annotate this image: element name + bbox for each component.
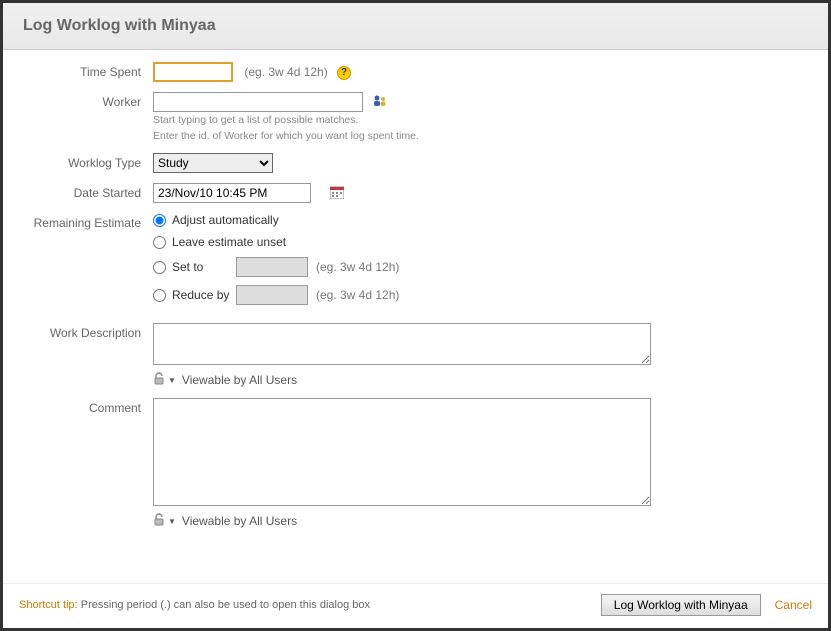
dialog-body: Time Spent (eg. 3w 4d 12h) ? Worker (3, 50, 828, 583)
radio-leave-unset-label: Leave estimate unset (172, 235, 286, 249)
comment-textarea[interactable] (153, 398, 651, 506)
help-icon[interactable]: ? (337, 66, 351, 80)
worklog-type-label: Worklog Type (23, 153, 153, 170)
work-description-textarea[interactable] (153, 323, 651, 365)
unlock-icon (153, 513, 166, 529)
chevron-down-icon: ▼ (168, 517, 176, 526)
worker-label: Worker (23, 92, 153, 109)
cancel-link[interactable]: Cancel (775, 598, 812, 612)
worker-hint-2: Enter the id. of Worker for which you wa… (153, 130, 808, 144)
comment-label: Comment (23, 398, 153, 415)
dialog-footer: Shortcut tip: Pressing period (.) can al… (3, 583, 828, 628)
submit-button[interactable]: Log Worklog with Minyaa (601, 594, 761, 616)
dialog-title: Log Worklog with Minyaa (23, 17, 808, 35)
remaining-estimate-label: Remaining Estimate (23, 213, 153, 230)
set-to-input[interactable] (236, 257, 308, 277)
people-icon[interactable] (372, 94, 388, 111)
comment-visibility[interactable]: ▼ Viewable by All Users (153, 513, 808, 529)
worklog-type-select[interactable]: Study (153, 153, 273, 173)
shortcut-tip: Shortcut tip: Pressing period (.) can al… (19, 599, 370, 611)
radio-set-to-label: Set to (172, 260, 236, 274)
radio-leave-unset[interactable] (153, 236, 166, 249)
radio-reduce-by-label: Reduce by (172, 288, 236, 302)
worker-input[interactable] (153, 92, 363, 112)
work-desc-visibility-text: Viewable by All Users (182, 373, 297, 387)
time-spent-input[interactable] (153, 62, 233, 82)
radio-set-to[interactable] (153, 261, 166, 274)
set-to-hint: (eg. 3w 4d 12h) (316, 260, 399, 274)
shortcut-tip-label: Shortcut tip (19, 599, 75, 611)
unlock-icon (153, 372, 166, 388)
comment-visibility-text: Viewable by All Users (182, 514, 297, 528)
radio-reduce-by[interactable] (153, 289, 166, 302)
work-desc-visibility[interactable]: ▼ Viewable by All Users (153, 372, 808, 388)
chevron-down-icon: ▼ (168, 376, 176, 385)
radio-adjust-auto[interactable] (153, 214, 166, 227)
calendar-icon[interactable] (330, 186, 344, 202)
dialog-header: Log Worklog with Minyaa (3, 3, 828, 50)
time-spent-hint: (eg. 3w 4d 12h) (244, 65, 327, 79)
date-started-label: Date Started (23, 183, 153, 200)
work-description-label: Work Description (23, 323, 153, 340)
worker-hint-1: Start typing to get a list of possible m… (153, 114, 808, 128)
date-started-input[interactable] (153, 183, 311, 203)
time-spent-label: Time Spent (23, 62, 153, 79)
reduce-by-hint: (eg. 3w 4d 12h) (316, 288, 399, 302)
radio-adjust-auto-label: Adjust automatically (172, 213, 279, 227)
worklog-dialog: Log Worklog with Minyaa Time Spent (eg. … (0, 0, 831, 631)
reduce-by-input[interactable] (236, 285, 308, 305)
shortcut-tip-text: : Pressing period (.) can also be used t… (75, 599, 370, 611)
